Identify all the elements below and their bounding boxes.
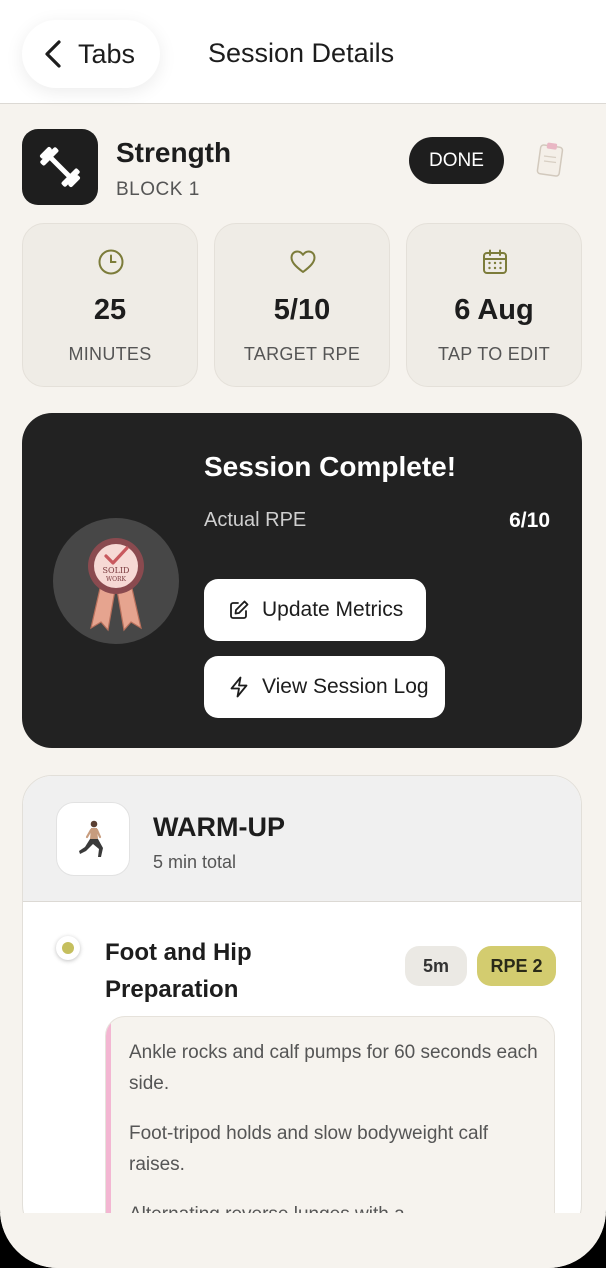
warmup-title: WARM-UP (153, 812, 285, 842)
session-title: Strength (116, 137, 232, 168)
stat-card-duration[interactable]: 25 MINUTES (22, 223, 198, 387)
exercise-rpe-pill: RPE 2 (477, 946, 556, 986)
session-type-icon-tile (22, 129, 98, 205)
session-complete-card: SOLID WORK Session Complete! Actual RPE … (22, 413, 582, 748)
exercise-status-dot[interactable] (56, 936, 80, 960)
complete-title: Session Complete! (204, 451, 457, 482)
lightning-icon (230, 676, 248, 698)
stat-value: 6 Aug (454, 294, 534, 326)
exercise-note: Foot-tripod holds and slow bodyweight ca… (129, 1123, 489, 1175)
exercise-note: Alternating reverse lunges with a (129, 1199, 539, 1213)
stat-label: MINUTES (68, 344, 152, 364)
actual-rpe-label: Actual RPE (204, 509, 307, 531)
view-session-log-button[interactable]: View Session Log (204, 656, 445, 718)
notes-accent-bar (106, 1017, 111, 1213)
back-button[interactable]: Tabs (22, 20, 160, 88)
stat-label: TARGET RPE (243, 344, 361, 364)
exercise-name[interactable]: Foot and Hip Preparation (105, 934, 305, 1008)
achievement-badge: SOLID WORK (53, 518, 179, 644)
clock-icon (98, 249, 124, 275)
stat-card-target-rpe[interactable]: 5/10 TARGET RPE (214, 223, 390, 387)
badge-text-line-2: WORK (106, 576, 127, 583)
badge-text-line-1: SOLID (103, 566, 130, 575)
update-metrics-button[interactable]: Update Metrics (204, 579, 426, 641)
lunge-figure-icon (79, 820, 103, 857)
warmup-subtitle: 5 min total (153, 852, 237, 872)
stat-value: 25 (93, 294, 127, 326)
view-session-log-label: View Session Log (262, 675, 429, 698)
page-title: Session Details (208, 38, 395, 68)
back-button-label: Tabs (78, 38, 136, 69)
actual-rpe-value: 6/10 (509, 509, 550, 532)
exercise-note: Ankle rocks and calf pumps for 60 second… (129, 1042, 538, 1094)
stat-value: 5/10 (273, 294, 331, 326)
exercise-duration-pill: 5m (405, 946, 467, 986)
warmup-section-card: WARM-UP 5 min total Foot and Hip Prepara… (22, 775, 582, 1213)
update-metrics-label: Update Metrics (262, 598, 404, 621)
warmup-header[interactable]: WARM-UP 5 min total (23, 776, 581, 902)
exercise-notes-box: Ankle rocks and calf pumps for 60 second… (105, 1016, 555, 1213)
chevron-left-icon (45, 40, 61, 68)
done-button[interactable]: DONE (409, 137, 504, 184)
heart-icon (290, 250, 316, 273)
clipboard-icon[interactable] (536, 141, 564, 177)
edit-icon (230, 600, 249, 619)
dumbbell-icon (39, 146, 81, 188)
stat-label: TAP TO EDIT (438, 344, 550, 364)
award-ribbon-icon: SOLID WORK (88, 538, 144, 632)
warmup-thumbnail (56, 802, 130, 876)
app-screen: Tabs Session Details Strength BLOCK 1 DO… (0, 0, 606, 1268)
stat-card-date[interactable]: 6 Aug TAP TO EDIT (406, 223, 582, 387)
calendar-icon (483, 249, 507, 274)
content-scroll-area[interactable]: Strength BLOCK 1 DONE 25 MINUTES 5/10 TA… (0, 105, 606, 1213)
top-navigation-bar: Tabs Session Details (0, 0, 606, 104)
bottom-safe-area (0, 1213, 606, 1268)
session-block: BLOCK 1 (116, 179, 200, 200)
